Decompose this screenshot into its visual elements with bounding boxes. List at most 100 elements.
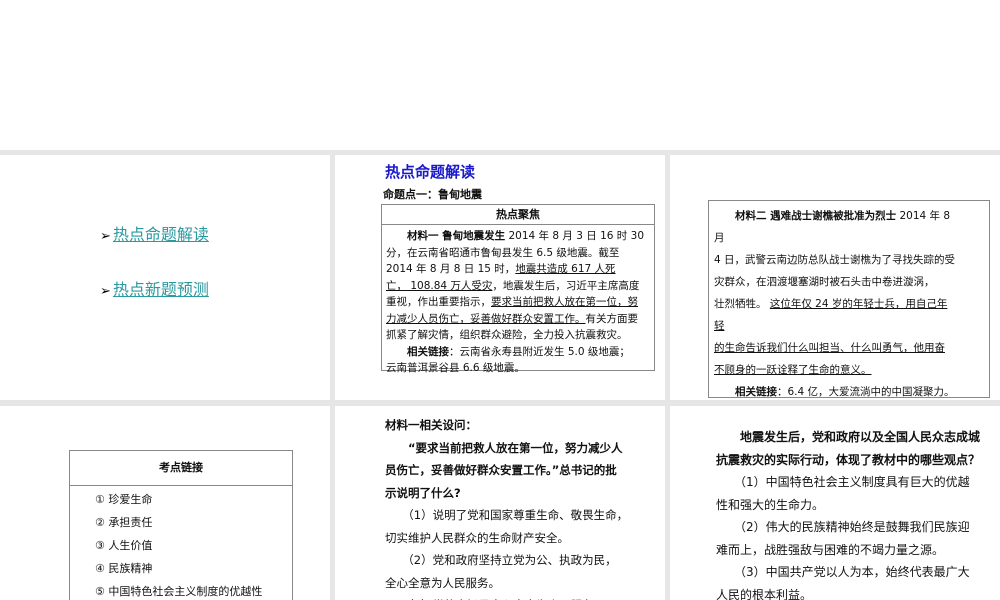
text-segment: 相关链接 (386, 345, 449, 358)
text-line: 员伤亡，妥善做好群众安置工作。”总书记的批 (385, 459, 628, 482)
text-segment: 云南普洱景谷县 6.6 级地震。 (386, 362, 525, 374)
text-segment: 员伤亡，妥善做好群众安置工作。”总书记的批 (385, 463, 617, 477)
text-line: 抓紧了解灾情，组织群众避险，全力投入抗震救灾。 (386, 327, 650, 344)
slide-1[interactable]: ➢ 热点命题解读 ➢ 热点新题预测 (0, 155, 330, 400)
text-segment: （3）中国共产党以人为本，始终代表最广大 (716, 565, 970, 579)
text-line: 壮烈牺牲。 这位年仅 24 岁的年轻士兵，用自己年 (714, 293, 984, 315)
link-hot-new-questions[interactable]: ➢ 热点新题预测 (100, 276, 209, 300)
slide-subtitle: 命题点一：鲁甸地震 (383, 188, 482, 201)
link-label: 热点命题解读 (112, 225, 209, 244)
exam-point: ③ 人生价值 (95, 539, 153, 552)
box-body: 材料一 鲁甸地震发生 2014 年 8 月 3 日 16 时 30 分，在云南省昭… (382, 225, 654, 377)
text-line: 材料二 遇难战士谢樵被批准为烈士 2014 年 8 (714, 205, 984, 227)
text-segment: 这位年仅 24 岁的年轻士兵，用自己年 (769, 298, 948, 310)
text-segment: ，地震发生后，习近平主席高度 (492, 279, 640, 292)
text-line: （1）说明了党和国家尊重生命、敬畏生命， (385, 504, 628, 527)
text-line: 的生命告诉我们什么叫担当、什么叫勇气，他用奋 (714, 337, 984, 359)
text-segment: 相关链接 (714, 386, 777, 398)
text-line: 轻 (714, 315, 984, 337)
slide-4[interactable]: 考点链接 ① 珍爱生命 ② 承担责任 ③ 人生价值 ④ 民族精神 ⑤ 中国特色社… (0, 406, 330, 600)
link-hot-topic-interpretation[interactable]: ➢ 热点命题解读 (100, 221, 209, 245)
text-line: 重视，作出重要指示，要求当前把救人放在第一位，努 (386, 294, 650, 311)
text-line: （2）伟大的民族精神始终是鼓舞我们民族迎 (716, 516, 980, 539)
text-line: 材料一 鲁甸地震发生 2014 年 8 月 3 日 16 时 30 (386, 228, 650, 245)
link-label: 热点新题预测 (112, 280, 209, 299)
text-line: 分，在云南省昭通市鲁甸县发生 6.5 级地震。截至 (386, 245, 650, 262)
text-segment: 全心全意为人民服务。 (385, 575, 500, 590)
exam-point: ④ 民族精神 (95, 562, 153, 575)
text-segment: （2）党和政府坚持立党为公、执政为民， (385, 553, 617, 567)
text-line: （2）党和政府坚持立党为公、执政为民， (385, 549, 628, 572)
text-segment: 分，在云南省昭通市鲁甸县发生 6.5 级地震。截至 (386, 246, 620, 259)
box-header: 考点链接 (70, 451, 292, 486)
exam-point-list: ① 珍爱生命 ② 承担责任 ③ 人生价值 ④ 民族精神 ⑤ 中国特色社会主义制度… (70, 486, 292, 600)
text-line: 难而上，战胜强敌与困难的不竭力量之源。 (716, 539, 980, 562)
text-line: 抗震救灾的实际行动，体现了教材中的哪些观点？ (716, 449, 980, 472)
text-segment: “要求当前把救人放在第一位，努力减少人 (385, 440, 623, 455)
slide-6[interactable]: 地震发生后，党和政府以及全国人民众志成城 抗震救灾的实际行动，体现了教材中的哪些观… (670, 406, 1000, 600)
box-header: 热点聚焦 (382, 205, 654, 225)
text-line: 相关链接：云南省永寿县附近发生 5.0 级地震； (386, 344, 650, 361)
text-segment: 不顾身的一跃诠释了生命的意义。 (714, 364, 872, 376)
text-segment: 人民的根本利益。 (716, 587, 813, 600)
text-line: 4 日，武警云南边防总队战士谢樵为了寻找失踪的受 (714, 249, 984, 271)
text-line: （3）中国共产党以人为本，始终代表最广大 (716, 561, 980, 584)
text-segment: 材料二 遇难战士谢樵被批准为烈士 (714, 210, 897, 222)
arrow-bullet-icon: ➢ (100, 229, 111, 244)
slide-3[interactable]: 材料二 遇难战士谢樵被批准为烈士 2014 年 8 月 4 日，武警云南边防总队战士… (670, 155, 1000, 400)
text-line: 亡， 108.84 万人受灾，地震发生后，习近平主席高度 (386, 278, 650, 295)
exam-point: ① 珍爱生命 (95, 493, 153, 506)
text-line: 全心全意为人民服务。 (385, 572, 628, 595)
hot-focus-box: 热点聚焦 材料一 鲁甸地震发生 2014 年 8 月 3 日 16 时 30 分，… (381, 204, 655, 374)
text-segment: 2014 年 8 (896, 210, 951, 222)
slide-2[interactable]: 热点命题解读 命题点一：鲁甸地震 热点聚焦 材料一 鲁甸地震发生 2014 年 … (335, 155, 665, 400)
text-segment: 亡， 108.84 万人受灾 (386, 279, 493, 292)
text-segment: 切实维护人民群众的生命财产安全。 (385, 530, 569, 545)
text-segment: 的生命告诉我们什么叫担当、什么叫勇气，他用奋 (714, 342, 945, 354)
text-line: “要求当前把救人放在第一位，努力减少人 (385, 437, 628, 460)
text-segment: 抗震救灾的实际行动，体现了教材中的哪些观点？ (716, 452, 981, 467)
text-line: 人民的根本利益。 (716, 584, 980, 600)
text-segment: 2014 年 8 月 8 日 15 时， (386, 263, 516, 275)
text-line: 月 (714, 227, 984, 249)
text-line: 地震发生后，党和政府以及全国人民众志成城 (716, 426, 980, 449)
text-line: 性和强大的生命力。 (716, 494, 980, 517)
text-line: 切实维护人民群众的生命财产安全。 (385, 527, 628, 550)
text-segment: 2014 年 8 月 3 日 16 时 30 (505, 230, 644, 242)
text-segment: 地震发生后，党和政府以及全国人民众志成城 (716, 430, 981, 444)
text-line: 相关链接：6.4 亿，大爱流淌中的中国凝聚力。 (714, 381, 984, 400)
text-line: 灾群众，在泗渡堰塞湖时被石头击中卷进漩涡， (714, 271, 984, 293)
question-text: 材料一相关设问： “要求当前把救人放在第一位，努力减少人 员伤亡，妥善做好群众安置… (385, 414, 628, 600)
text-segment: （1）说明了党和国家尊重生命、敬畏生命， (385, 508, 629, 522)
text-segment: 有关方面要 (585, 312, 639, 325)
text-segment: 抓紧了解灾情，组织群众避险，全力投入抗震救灾。 (386, 329, 628, 341)
text-segment: 性和强大的生命力。 (716, 497, 825, 512)
arrow-bullet-icon: ➢ (100, 284, 111, 299)
slide-grid: ➢ 热点命题解读 ➢ 热点新题预测 热点命题解读 命题点一：鲁甸地震 热点聚焦 材料… (0, 150, 1000, 600)
slide-5[interactable]: 材料一相关设问： “要求当前把救人放在第一位，努力减少人 员伤亡，妥善做好群众安置… (335, 406, 665, 600)
text-segment: 壮烈牺牲。 (714, 298, 770, 310)
text-line: 不顾身的一跃诠释了生命的意义。 (714, 359, 984, 381)
text-segment: （2）伟大的民族精神始终是鼓舞我们民族迎 (716, 520, 970, 534)
material-two-box: 材料二 遇难战士谢樵被批准为烈士 2014 年 8 月 4 日，武警云南边防总队战士… (708, 200, 990, 398)
text-line: 材料一相关设问： (385, 414, 628, 437)
text-segment: 月 (714, 232, 725, 244)
text-segment: ：云南省永寿县附近发生 5.0 级地震； (449, 345, 630, 358)
text-segment: 4 日，武警云南边防总队战士谢樵为了寻找失踪的受 (714, 254, 956, 266)
text-segment: 地震共造成 617 人死 (515, 263, 616, 275)
text-segment: 轻 (714, 320, 725, 332)
text-segment: 难而上，战胜强敌与困难的不竭力量之源。 (716, 542, 945, 557)
text-line: （1）中国特色社会主义制度具有巨大的优越 (716, 471, 980, 494)
slide-title: 热点命题解读 (385, 163, 476, 181)
text-segment: 灾群众，在泗渡堰塞湖时被石头击中卷进漩涡， (714, 276, 935, 288)
exam-point: ② 承担责任 (95, 516, 153, 529)
text-segment: 示说明了什么? (385, 485, 461, 500)
box-body: 材料二 遇难战士谢樵被批准为烈士 2014 年 8 月 4 日，武警云南边防总队战士… (709, 201, 989, 400)
question-text: 地震发生后，党和政府以及全国人民众志成城 抗震救灾的实际行动，体现了教材中的哪些观… (716, 426, 980, 600)
text-line: 示说明了什么? (385, 482, 628, 505)
text-segment: 力减少人员伤亡，妥善做好群众安置工作。 (386, 312, 586, 325)
text-line: 云南普洱景谷县 6.6 级地震。 (386, 360, 650, 377)
text-segment: ：6.4 亿，大爱流淌中的中国凝聚力。 (777, 386, 955, 398)
text-segment: 材料一 鲁甸地震发生 (386, 230, 506, 242)
exam-point: ⑤ 中国特色社会主义制度的优越性 (95, 585, 263, 598)
